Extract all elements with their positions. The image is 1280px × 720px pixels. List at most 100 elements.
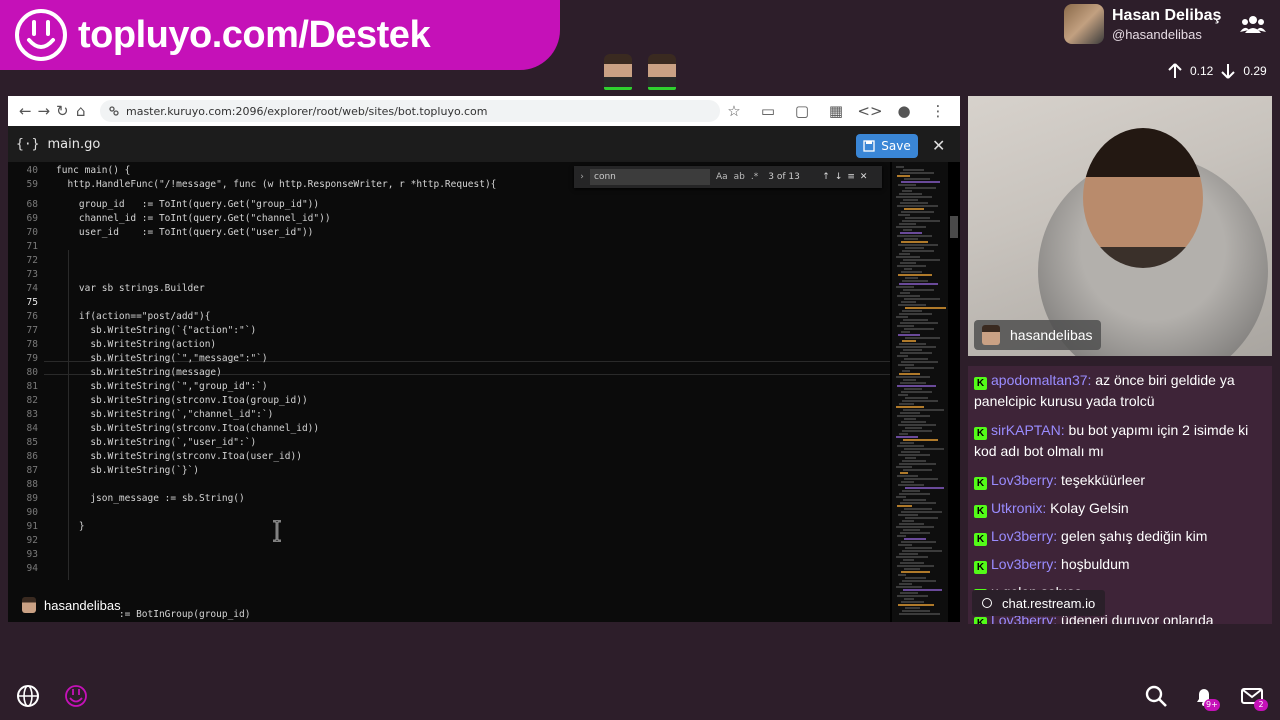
chat-username[interactable]: Utkronix: <box>991 500 1046 516</box>
text-cursor-icon <box>273 520 281 542</box>
chat-text: gelen şahış dediğin kim <box>1057 528 1208 544</box>
close-icon[interactable]: ✕ <box>932 136 945 155</box>
grid-icon[interactable]: ▦ <box>822 98 850 124</box>
minimap-line <box>897 535 906 537</box>
minimap-line <box>899 373 920 375</box>
chat-username[interactable]: sirKAPTAN: <box>991 422 1065 438</box>
line-number: 86 <box>26 451 38 462</box>
chevron-right-icon[interactable]: › <box>574 172 590 182</box>
search-icon[interactable] <box>1144 684 1168 708</box>
editor-header: {·} main.go <box>8 126 960 162</box>
profile-handle: @hasandelibas <box>1112 26 1202 42</box>
chat-text: hoşbuldum <box>1057 556 1130 572</box>
minimap-line <box>904 478 938 480</box>
avatar <box>982 325 1000 345</box>
minimap-line <box>898 304 926 306</box>
minimap-line <box>896 196 932 198</box>
minimap-line <box>898 274 932 276</box>
streamer-profile[interactable]: Hasan Delibaş @hasandelibas <box>1064 4 1221 44</box>
code-text: sb.WriteString(`,"user_id":`) <box>56 437 257 448</box>
minimap-line <box>902 610 930 612</box>
devtools-icon[interactable]: <> <box>856 98 884 124</box>
media-icon[interactable]: ▢ <box>788 98 816 124</box>
next-match-icon[interactable]: ↓ <box>835 172 843 182</box>
users-icon[interactable] <box>1240 14 1266 34</box>
minimap-line <box>896 436 918 438</box>
minimap-line <box>905 217 930 219</box>
minimap-line <box>896 286 914 288</box>
bookmark-star-icon[interactable]: ☆ <box>720 98 748 124</box>
webcam-face <box>1083 128 1203 268</box>
minimap-line <box>902 280 928 282</box>
chat-message: Kapodomaltan37: az önce biri geldide ya … <box>974 370 1266 412</box>
match-count: 3 of 13 <box>768 172 800 182</box>
minimap-line <box>898 364 914 366</box>
minimap-line <box>901 601 924 603</box>
find-in-selection-icon[interactable]: ≡ <box>847 172 855 182</box>
kick-icon: K <box>974 477 987 490</box>
minimap-line <box>898 334 920 336</box>
minimap-line <box>898 544 912 546</box>
save-button[interactable]: Save <box>856 134 918 158</box>
whole-word-toggle[interactable]: ab <box>734 172 745 182</box>
kick-icon: K <box>974 617 987 624</box>
minimap-line <box>901 271 922 273</box>
site-info-icon[interactable] <box>108 105 120 117</box>
home-icon[interactable]: ⌂ <box>72 98 91 124</box>
code-text: json_message := sb.String() <box>56 493 245 504</box>
bandwidth-stats: 0.12 0.29 <box>1166 62 1267 80</box>
extensions-icon[interactable]: ▭ <box>754 98 782 124</box>
minimap[interactable] <box>892 162 948 622</box>
line-number: 89 <box>26 493 38 504</box>
menu-dots-icon[interactable]: ⋮ <box>924 98 952 124</box>
reload-icon[interactable]: ↻ <box>53 98 72 124</box>
code-editor[interactable]: 40 func main() {59 http.HandleFunc("/!mes… <box>8 162 890 622</box>
previous-match-icon[interactable]: ↑ <box>822 172 830 182</box>
banner-text: topluyo.com/Destek <box>78 13 431 56</box>
regex-toggle[interactable]: .* <box>751 172 758 182</box>
minimap-line <box>898 184 916 186</box>
back-icon[interactable]: ← <box>16 98 35 124</box>
minimap-line <box>897 235 932 237</box>
minimap-line <box>899 403 914 405</box>
minimap-line <box>898 394 908 396</box>
code-text: sb.WriteString(`,"channel_id":`) <box>56 409 274 420</box>
chat-username[interactable]: Lov3berry: <box>991 472 1057 488</box>
profile-icon[interactable]: ● <box>890 98 918 124</box>
forward-icon[interactable]: → <box>35 98 54 124</box>
match-case-toggle[interactable]: Aa <box>716 172 728 182</box>
find-input[interactable]: conn <box>590 169 710 185</box>
minimap-line <box>903 439 938 441</box>
minimap-line <box>902 370 910 372</box>
smile-logo-icon[interactable] <box>64 684 88 708</box>
minimap-line <box>904 508 932 510</box>
url-field[interactable]: master.kuruyo.com:2096/explorer/root/web… <box>100 100 720 122</box>
minimap-line <box>905 547 932 549</box>
minimap-line <box>903 169 924 171</box>
chat-username[interactable]: Lov3berry: <box>991 528 1057 544</box>
globe-icon[interactable] <box>16 684 40 708</box>
minimap-line <box>902 220 940 222</box>
chat-username[interactable]: Lov3berry: <box>991 556 1057 572</box>
line-number: 77 <box>26 325 38 336</box>
minimap-line <box>902 490 920 492</box>
minimap-line <box>896 346 936 348</box>
minimap-line <box>902 460 926 462</box>
braces-icon: {·} <box>16 136 40 152</box>
chat-username[interactable]: apodomaltan37: <box>991 372 1091 388</box>
kick-icon: K <box>974 561 987 574</box>
close-find-icon[interactable]: ✕ <box>860 172 868 182</box>
minimap-line <box>899 313 932 315</box>
line-number: 81 <box>26 381 38 392</box>
scrollbar-thumb[interactable] <box>950 216 958 238</box>
minimap-line <box>903 289 934 291</box>
minimap-line <box>904 208 924 210</box>
line-number: 87 <box>26 465 38 476</box>
minimap-line <box>905 187 936 189</box>
screen-tag-text: hasandelibas <box>44 597 121 613</box>
minimap-line <box>896 406 924 408</box>
kick-icon: K <box>974 377 987 390</box>
minimap-line <box>898 514 918 516</box>
minimap-line <box>896 556 928 558</box>
minimap-line <box>901 511 942 513</box>
